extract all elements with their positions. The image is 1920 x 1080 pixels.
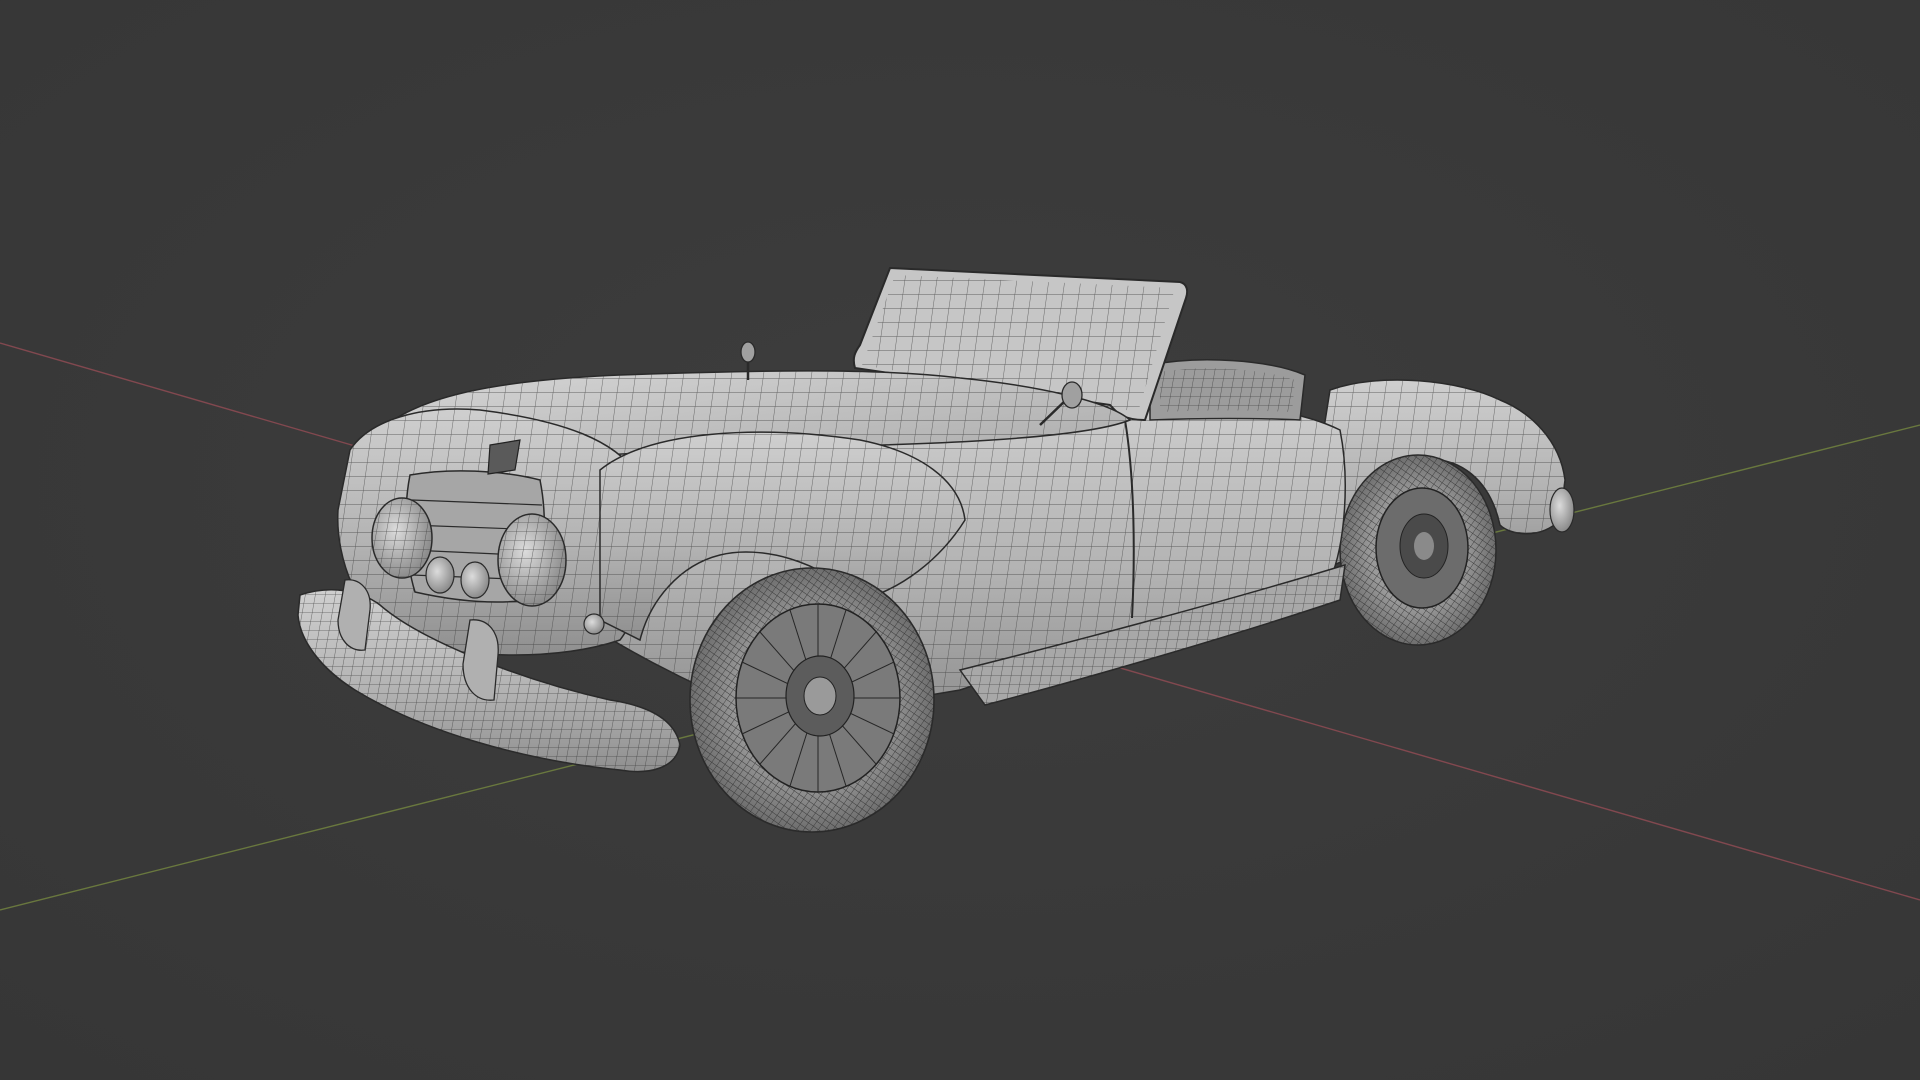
- bumper-overrider-left: [337, 579, 371, 651]
- headlamp-right: [497, 513, 567, 607]
- hood-scoop: [487, 439, 521, 475]
- fog-lamp-left: [425, 556, 455, 594]
- 3d-viewport[interactable]: [0, 0, 1920, 1080]
- side-indicator: [583, 613, 605, 635]
- viewport-scene[interactable]: [0, 0, 1920, 1080]
- front-wheel: [689, 567, 935, 833]
- bumper-overrider-right: [462, 619, 499, 701]
- fog-lamp-right: [460, 561, 490, 599]
- headlamp-left: [371, 497, 433, 579]
- cockpit-interior-wireframe: [1160, 368, 1295, 412]
- rear-lamp: [1549, 487, 1575, 533]
- rear-wheel: [1339, 454, 1497, 646]
